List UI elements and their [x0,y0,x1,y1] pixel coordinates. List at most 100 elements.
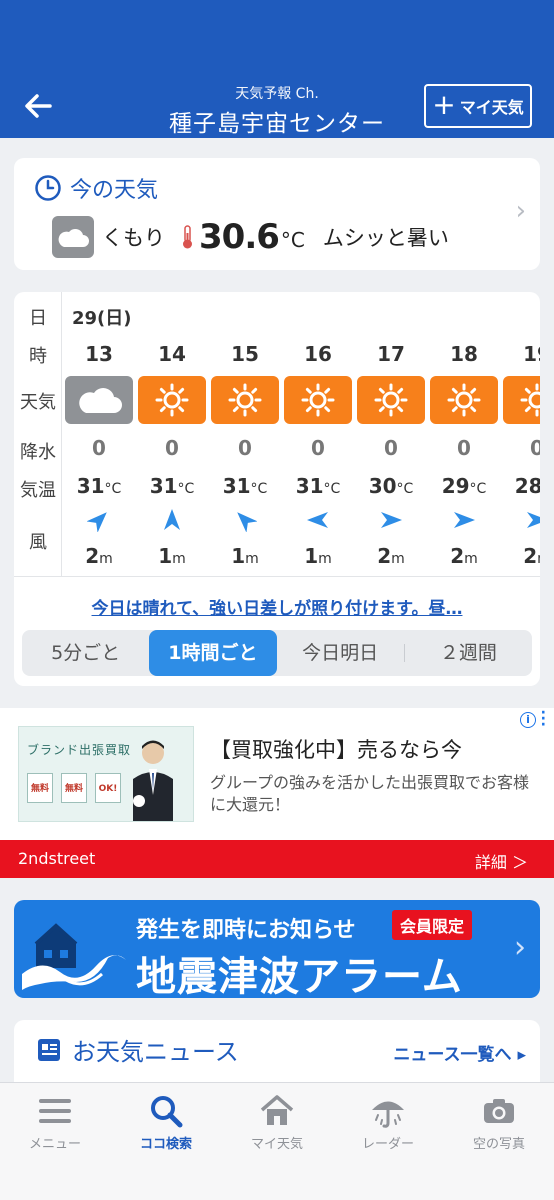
forecast-wind-speed: 2m [450,544,478,568]
sunny-icon [284,376,352,424]
forecast-hour-column: 16 0 31°C 1m [283,292,353,576]
forecast-row-labels: 日 時 天気 降水 気温 風 [14,292,62,576]
ad-info-icon[interactable]: i [520,712,536,728]
forecast-description-link[interactable]: 今日は晴れて、強い日差しが照り付けます。昼… [14,594,540,619]
wind-direction-icon [307,512,328,528]
forecast-precip: 0 [530,436,540,460]
ad-chip: OK! [95,773,121,803]
tab-my-weather-label: マイ天気 [250,1137,303,1152]
umbrella-icon [372,1101,404,1128]
ad-detail-link[interactable]: 詳細 ＞ [475,849,528,873]
forecast-hour: 15 [231,342,259,366]
forecast-temp: 29°C [441,474,487,498]
ad-image-caption: ブランド出張買取 [27,743,132,757]
tab-sky-photos[interactable]: 空の写真 [444,1093,554,1152]
tab-search[interactable]: ココ検索 [111,1093,221,1152]
news-heading: お天気ニュース [72,1038,239,1066]
tab-menu-label: メニュー [28,1137,81,1152]
tab-menu[interactable]: メニュー [0,1093,110,1152]
ad-chip: 無料 [27,773,53,803]
cloudy-icon [65,376,133,424]
forecast-wind-speed: 2m [523,544,540,568]
banner-tagline: 発生を即時にお知らせ [136,918,356,943]
tab-radar[interactable]: レーダー [333,1093,443,1152]
forecast-wind-speed: 2m [377,544,405,568]
plus-icon: + [432,87,456,121]
forecast-hour-column: 19 0 28°C 2m [502,292,540,576]
tab-search-label: ココ検索 [139,1137,192,1152]
thermometer-icon [183,225,192,249]
wind-direction-icon [527,512,540,528]
banner-title: 地震津波アラーム [136,954,463,998]
forecast-temp: 28°C [514,474,540,498]
add-my-weather-label: マイ天気 [459,98,524,117]
ad-menu-icon[interactable]: · · · [541,706,546,732]
sunny-icon [211,376,279,424]
wind-direction-icon [87,512,107,532]
forecast-hour: 16 [304,342,332,366]
forecast-hour: 19 [523,342,540,366]
news-list-link[interactable]: ニュース一覧へ ▸ [393,1040,526,1065]
camera-icon [484,1099,514,1123]
current-weather-title: 今の天気 [70,178,159,203]
forecast-hour-column: 18 0 29°C 2m [429,292,499,576]
wind-direction-icon [381,512,402,528]
cloudy-icon [52,216,94,258]
feel-description: ムシッと暑い [322,226,449,250]
wind-direction-icon [237,512,257,532]
menu-icon [39,1099,71,1123]
hourly-forecast-card: 日 時 天気 降水 気温 風 29(日) 13 0 31°C 2m 14 0 31°C 1m 1… [14,292,540,686]
advertisement[interactable]: ブランド出張買取 無料 無料 OK! 【買取強化中】売るなら今 グループの強みを… [0,706,554,878]
bottom-tab-bar: メニュー ココ検索 マイ天気 レーダー 空の写真 [0,1082,554,1200]
members-only-badge: 会員限定 [392,910,473,940]
current-weather-card[interactable]: 今の天気 くもり 30.6 °C ムシッと暑い › [14,158,540,270]
temperature-unit: °C [280,228,305,252]
current-temperature: 30.6 [199,217,280,257]
sunny-icon [503,376,540,424]
forecast-precip: 0 [238,436,252,460]
forecast-precip: 0 [92,436,106,460]
forecast-wind-speed: 1m [158,544,186,568]
tab-5min[interactable]: 5分ごと [22,630,149,676]
forecast-wind-speed: 1m [304,544,332,568]
current-condition: くもり [102,226,165,250]
app-header: 天気予報 Ch. 種子島宇宙センター + マイ天気 [0,0,554,138]
label-day: 日 [29,308,47,329]
forecast-precip: 0 [384,436,398,460]
forecast-wind-speed: 1m [231,544,259,568]
divider [14,576,540,577]
forecast-hour: 18 [450,342,478,366]
ad-image[interactable]: ブランド出張買取 無料 無料 OK! [18,726,194,822]
tab-today-tomorrow[interactable]: 今日明日 [277,630,404,676]
forecast-temp: 30°C [368,474,414,498]
forecast-temp: 31°C [295,474,341,498]
tab-sky-photos-label: 空の写真 [472,1137,525,1152]
ad-footer-bar[interactable]: 2ndstreet 詳細 ＞ [0,840,554,878]
forecast-precip: 0 [457,436,471,460]
chevron-right-icon: › [514,930,526,965]
add-my-weather-button[interactable]: + マイ天気 [424,84,532,128]
tab-radar-label: レーダー [361,1137,414,1152]
forecast-hour-column: 15 0 31°C 1m [210,292,280,576]
forecast-wind-speed: 2m [85,544,113,568]
forecast-hour: 14 [158,342,186,366]
clock-icon [35,175,61,201]
forecast-hour: 13 [85,342,113,366]
interval-tabs: 5分ごと 1時間ごと 今日明日 ２週間 [22,630,532,676]
forecast-temp: 31°C [149,474,195,498]
wind-direction-icon [454,512,475,528]
tab-2weeks[interactable]: ２週間 [405,630,532,676]
ad-text: グループの強みを活かした出張買取でお客様に大還元！ [210,773,530,814]
earthquake-alarm-banner[interactable]: 発生を即時にお知らせ 会員限定 地震津波アラーム › [14,900,540,998]
ad-title[interactable]: 【買取強化中】売るなら今 [210,734,462,764]
tab-1hour[interactable]: 1時間ごと [149,630,277,676]
forecast-hour-column: 13 0 31°C 2m [64,292,134,576]
label-wind: 風 [29,532,47,553]
forecast-hour: 17 [377,342,405,366]
ad-person-illustration [133,740,173,821]
label-weather: 天気 [20,392,56,413]
tab-my-weather[interactable]: マイ天気 [222,1093,332,1152]
forecast-temp: 31°C [76,474,122,498]
sunny-icon [357,376,425,424]
forecast-temp: 31°C [222,474,268,498]
